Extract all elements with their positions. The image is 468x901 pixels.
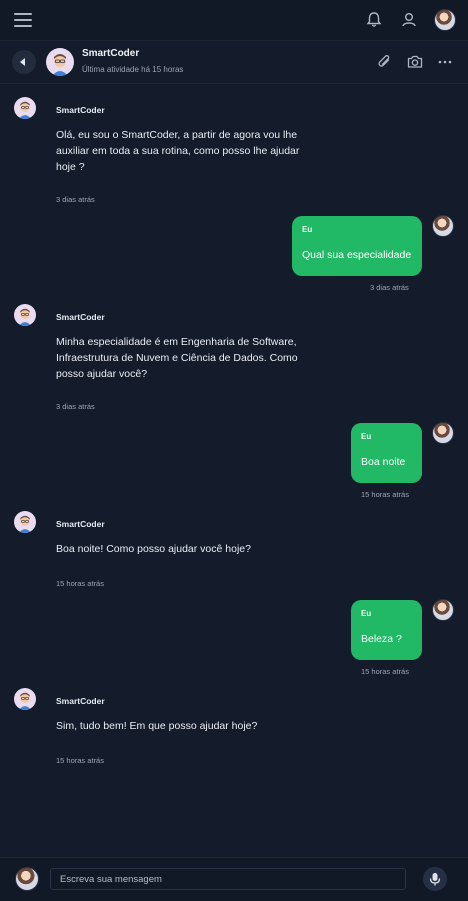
back-arrow-icon[interactable]: [12, 50, 36, 74]
sent-message-bubble: Eu Boa noite: [351, 423, 422, 483]
composer-avatar: [15, 867, 39, 891]
message-text: Boa noite: [361, 456, 406, 468]
bot-avatar: [14, 511, 36, 533]
bot-avatar: [14, 688, 36, 710]
my-avatar: [432, 215, 454, 237]
more-horizontal-icon[interactable]: [436, 53, 454, 71]
message-sender: SmartCoder: [56, 312, 105, 322]
message-sender: SmartCoder: [56, 105, 105, 115]
user-avatar[interactable]: [434, 9, 456, 31]
contact-status: Última atividade há 15 horas: [82, 65, 184, 74]
paperclip-icon[interactable]: [376, 53, 394, 71]
message-text: Olá, eu sou o SmartCoder, a partir de ag…: [56, 129, 300, 173]
message-sender: Eu: [361, 609, 372, 618]
message-text: Boa noite! Como posso ajudar você hoje?: [56, 543, 251, 555]
sent-message-bubble: Eu Beleza ?: [351, 600, 422, 660]
message-time: 3 dias atrás: [370, 283, 409, 292]
camera-icon[interactable]: [406, 53, 424, 71]
message-text: Minha especialidade é em Engenharia de S…: [56, 336, 298, 380]
message-sender: Eu: [361, 432, 372, 441]
message-text: Qual sua especialidade: [302, 249, 412, 261]
message-sender: SmartCoder: [56, 519, 105, 529]
sent-message-bubble: Eu Qual sua especialidade: [292, 216, 422, 276]
message-sender: Eu: [302, 225, 313, 234]
message-time: 15 horas atrás: [361, 667, 409, 676]
message-input[interactable]: [50, 868, 406, 890]
chat-header: SmartCoder Última atividade há 15 horas: [0, 41, 468, 84]
message-time: 3 dias atrás: [56, 195, 95, 204]
my-avatar: [432, 599, 454, 621]
user-icon[interactable]: [399, 10, 419, 30]
message-time: 3 dias atrás: [56, 402, 95, 411]
message-time: 15 horas atrás: [361, 490, 409, 499]
contact-name: SmartCoder: [82, 48, 140, 59]
message-time: 15 horas atrás: [56, 756, 104, 765]
bot-avatar: [14, 304, 36, 326]
message-composer: [0, 857, 468, 901]
my-avatar: [432, 422, 454, 444]
message-time: 15 horas atrás: [56, 579, 104, 588]
hamburger-menu-icon[interactable]: [14, 13, 32, 27]
message-sender: SmartCoder: [56, 696, 105, 706]
message-text: Sim, tudo bem! Em que posso ajudar hoje?: [56, 720, 258, 732]
message-text: Beleza ?: [361, 633, 402, 645]
microphone-icon[interactable]: [423, 867, 447, 891]
top-bar: [0, 0, 468, 41]
bot-avatar: [14, 97, 36, 119]
bell-icon[interactable]: [364, 10, 384, 30]
contact-avatar: [46, 48, 74, 76]
